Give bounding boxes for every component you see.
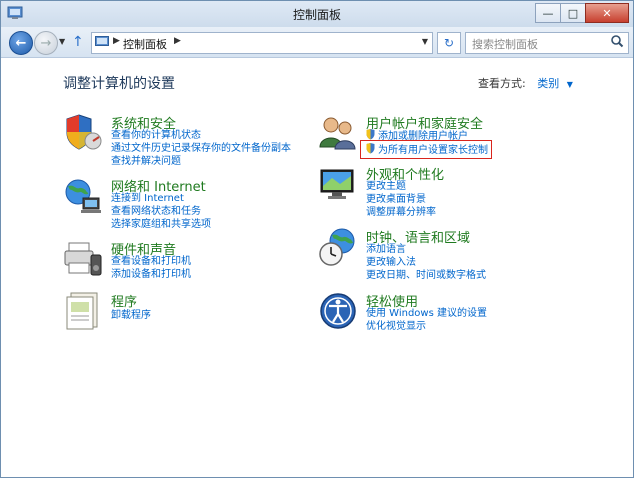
link-uninstall-program[interactable]: 卸载程序 <box>111 309 151 322</box>
uac-shield-icon <box>366 129 375 140</box>
address-bar[interactable]: ▶ 控制面板 ▶ ▼ <box>91 32 433 54</box>
hardware-sound-icon[interactable] <box>63 239 103 279</box>
search-icon[interactable] <box>610 34 624 48</box>
close-button[interactable]: ✕ <box>585 3 629 23</box>
search-placeholder: 搜索控制面板 <box>472 38 538 51</box>
link-network-status[interactable]: 查看网络状态和任务 <box>111 205 201 218</box>
back-button[interactable]: ← <box>9 31 33 55</box>
link-connect-internet[interactable]: 连接到 Internet <box>111 192 184 205</box>
view-by-label: 查看方式: <box>478 77 526 90</box>
link-adjust-resolution[interactable]: 调整屏幕分辨率 <box>366 206 436 219</box>
link-change-input-method[interactable]: 更改输入法 <box>366 256 416 269</box>
search-input[interactable]: 搜索控制面板 <box>465 32 629 54</box>
view-by-value[interactable]: 类别 <box>537 77 559 90</box>
page-title: 调整计算机的设置 <box>63 76 175 92</box>
title-bar: 控制面板 — □ ✕ <box>1 1 633 27</box>
navigation-bar: ← → ▼ ↑ ▶ 控制面板 ▶ ▼ ↻ 搜索控制面板 <box>1 27 633 58</box>
link-change-date-time-format[interactable]: 更改日期、时间或数字格式 <box>366 269 486 282</box>
breadcrumb-separator-icon[interactable]: ▶ <box>174 36 181 46</box>
link-change-desktop-background[interactable]: 更改桌面背景 <box>366 193 426 206</box>
maximize-button[interactable]: □ <box>560 3 586 23</box>
link-add-device-printer[interactable]: 添加设备和打印机 <box>111 268 191 281</box>
system-security-icon[interactable] <box>63 113 103 153</box>
view-dropdown-icon[interactable]: ▼ <box>567 80 573 89</box>
link-troubleshoot[interactable]: 查找并解决问题 <box>111 155 181 168</box>
category-title-programs[interactable]: 程序 <box>111 291 137 310</box>
network-internet-icon[interactable] <box>63 176 103 216</box>
breadcrumb-separator-icon[interactable]: ▶ <box>113 36 120 46</box>
view-by-selector[interactable]: 查看方式: 类别 ▼ <box>478 75 573 91</box>
link-add-language[interactable]: 添加语言 <box>366 243 406 256</box>
minimize-button[interactable]: — <box>535 3 561 23</box>
user-accounts-icon[interactable] <box>318 113 358 153</box>
link-file-history-backup[interactable]: 通过文件历史记录保存你的文件备份副本 <box>111 142 291 155</box>
link-recommended-settings[interactable]: 使用 Windows 建议的设置 <box>366 307 487 320</box>
breadcrumb-control-panel[interactable]: 控制面板 <box>123 36 167 52</box>
forward-button[interactable]: → <box>34 31 58 55</box>
refresh-button[interactable]: ↻ <box>437 32 461 54</box>
up-button[interactable]: ↑ <box>72 34 84 50</box>
clock-language-icon[interactable] <box>318 227 358 267</box>
programs-icon[interactable] <box>63 291 103 331</box>
recent-pages-chevron-icon[interactable]: ▼ <box>59 37 65 46</box>
control-panel-window: 控制面板 — □ ✕ ← → ▼ ↑ ▶ 控制面板 ▶ ▼ ↻ 搜索控制面板 调… <box>0 0 634 478</box>
link-view-devices-printers[interactable]: 查看设备和打印机 <box>111 255 191 268</box>
link-optimize-visual-display[interactable]: 优化视觉显示 <box>366 320 426 333</box>
link-homegroup-sharing[interactable]: 选择家庭组和共享选项 <box>111 218 211 231</box>
link-view-computer-status[interactable]: 查看你的计算机状态 <box>111 129 201 142</box>
ease-of-access-icon[interactable] <box>318 291 358 331</box>
link-change-theme[interactable]: 更改主题 <box>366 180 406 193</box>
address-dropdown-icon[interactable]: ▼ <box>422 37 428 46</box>
control-panel-icon <box>95 36 109 46</box>
parental-controls-highlight <box>360 140 492 159</box>
appearance-icon[interactable] <box>318 164 358 204</box>
